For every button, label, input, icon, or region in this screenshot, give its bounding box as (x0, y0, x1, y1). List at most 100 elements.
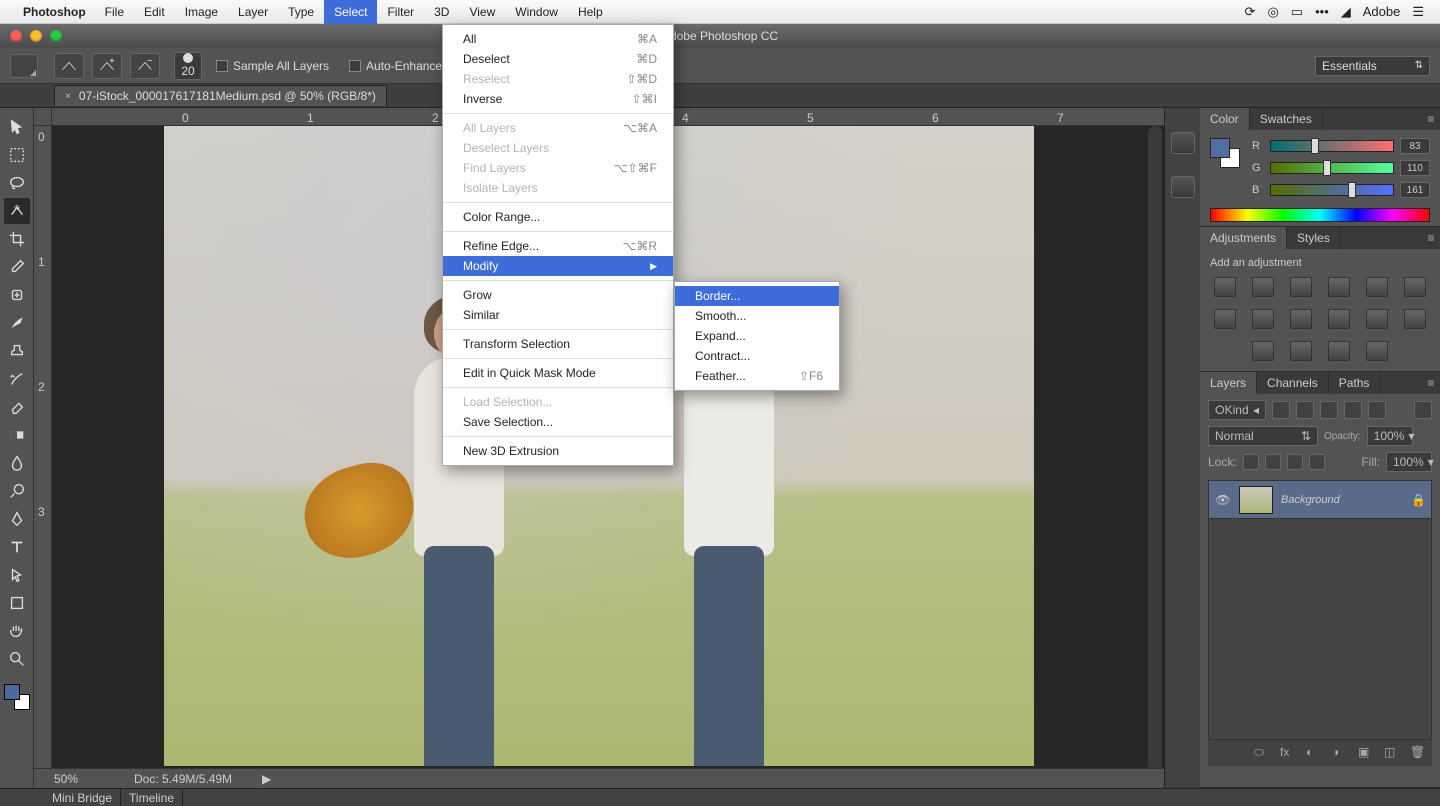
quick-selection-tool-icon[interactable] (4, 198, 30, 224)
filter-shape-icon[interactable] (1344, 401, 1362, 419)
close-tab-icon[interactable]: × (65, 91, 71, 102)
layer-filter-kind[interactable]: ⭘Kind◂ (1208, 400, 1266, 420)
select-menu-item-grow[interactable]: Grow (443, 285, 673, 305)
adj-selectivecolor-icon[interactable] (1366, 341, 1388, 361)
select-menu-item-similar[interactable]: Similar (443, 305, 673, 325)
lock-transparency-icon[interactable] (1243, 454, 1259, 470)
visibility-icon[interactable]: 👁 (1215, 493, 1231, 507)
lock-position-icon[interactable] (1287, 454, 1303, 470)
chevron-right-icon[interactable]: ▶ (262, 772, 271, 786)
more-icon[interactable]: ••• (1315, 4, 1329, 19)
adj-posterize-icon[interactable] (1252, 341, 1274, 361)
auto-enhance-checkbox[interactable] (349, 60, 361, 72)
filter-type-icon[interactable] (1320, 401, 1338, 419)
shape-tool-icon[interactable] (4, 590, 30, 616)
dock-history-icon[interactable] (1171, 132, 1195, 154)
new-layer-icon[interactable]: ◫ (1384, 745, 1400, 761)
adj-levels-icon[interactable] (1252, 277, 1274, 297)
zoom-window-icon[interactable] (50, 30, 62, 42)
tab-timeline[interactable]: Timeline (121, 789, 183, 806)
dodge-tool-icon[interactable] (4, 478, 30, 504)
lock-pixels-icon[interactable] (1265, 454, 1281, 470)
select-menu-item-inverse[interactable]: Inverse⇧⌘I (443, 89, 673, 109)
adj-photofilter-icon[interactable] (1290, 309, 1312, 329)
dock-properties-icon[interactable] (1171, 176, 1195, 198)
layer-style-icon[interactable]: fx (1280, 745, 1296, 761)
lock-all-icon[interactable] (1309, 454, 1325, 470)
tab-color[interactable]: Color (1200, 108, 1250, 130)
adj-brightness-icon[interactable] (1214, 277, 1236, 297)
panel-menu-icon[interactable]: ≡ (1422, 227, 1440, 249)
foreground-background-swatch[interactable] (4, 684, 30, 710)
layer-name[interactable]: Background (1281, 494, 1403, 506)
adj-curves-icon[interactable] (1290, 277, 1312, 297)
cc-icon[interactable]: ◎ (1267, 4, 1278, 20)
select-menu-item-edit-in-quick-mask-mode[interactable]: Edit in Quick Mask Mode (443, 363, 673, 383)
blur-tool-icon[interactable] (4, 450, 30, 476)
doc-size-label[interactable]: Doc: 5.49M/5.49M (134, 772, 232, 786)
layer-thumb-icon[interactable] (1239, 486, 1273, 514)
tab-swatches[interactable]: Swatches (1250, 108, 1323, 130)
modify-menu-item-border-[interactable]: Border... (675, 286, 839, 306)
menu-3d[interactable]: 3D (424, 0, 459, 24)
tab-layers[interactable]: Layers (1200, 372, 1257, 394)
adj-invert-icon[interactable] (1404, 309, 1426, 329)
menu-help[interactable]: Help (568, 0, 613, 24)
panel-menu-icon[interactable]: ≡ (1422, 372, 1440, 394)
adj-hue-icon[interactable] (1404, 277, 1426, 297)
layer-mask-icon[interactable]: ◐ (1306, 745, 1322, 761)
filter-adjustment-icon[interactable] (1296, 401, 1314, 419)
slider-r[interactable] (1270, 140, 1394, 152)
fill-field[interactable]: 100%▾ (1386, 452, 1432, 472)
opacity-field[interactable]: 100%▾ (1367, 426, 1413, 446)
current-tool-icon[interactable] (10, 54, 38, 78)
move-tool-icon[interactable] (4, 114, 30, 140)
lasso-tool-icon[interactable] (4, 170, 30, 196)
select-menu-item-transform-selection[interactable]: Transform Selection (443, 334, 673, 354)
select-menu-item-modify[interactable]: Modify (443, 256, 673, 276)
slider-g[interactable] (1270, 162, 1394, 174)
adj-gradientmap-icon[interactable] (1328, 341, 1350, 361)
select-menu-item-refine-edge-[interactable]: Refine Edge...⌥⌘R (443, 236, 673, 256)
sample-all-layers-checkbox[interactable] (216, 60, 228, 72)
eraser-tool-icon[interactable] (4, 394, 30, 420)
brush-subtract-selection-icon[interactable] (130, 53, 160, 79)
workspace-switcher[interactable]: Essentials ⇅ (1315, 56, 1430, 76)
color-swatch-pair[interactable] (1210, 138, 1240, 168)
close-window-icon[interactable] (10, 30, 22, 42)
minimize-window-icon[interactable] (30, 30, 42, 42)
select-menu-item-deselect[interactable]: Deselect⌘D (443, 49, 673, 69)
menu-type[interactable]: Type (278, 0, 324, 24)
adj-bw-icon[interactable] (1252, 309, 1274, 329)
eyedropper-tool-icon[interactable] (4, 254, 30, 280)
link-layers-icon[interactable]: ⬭ (1254, 745, 1270, 761)
menu-filter[interactable]: Filter (377, 0, 424, 24)
delete-layer-icon[interactable]: 🗑 (1410, 745, 1426, 761)
slider-b[interactable] (1270, 184, 1394, 196)
tab-mini-bridge[interactable]: Mini Bridge (44, 789, 121, 806)
modify-menu-item-feather-[interactable]: Feather...⇧F6 (675, 366, 839, 386)
menu-view[interactable]: View (459, 0, 505, 24)
menu-image[interactable]: Image (175, 0, 228, 24)
modify-menu-item-smooth-[interactable]: Smooth... (675, 306, 839, 326)
filter-smart-icon[interactable] (1368, 401, 1386, 419)
gradient-tool-icon[interactable] (4, 422, 30, 448)
menu-layer[interactable]: Layer (228, 0, 278, 24)
list-icon[interactable]: ☰ (1412, 4, 1424, 20)
type-tool-icon[interactable] (4, 534, 30, 560)
panel-menu-icon[interactable]: ≡ (1422, 108, 1440, 130)
adj-channelmixer-icon[interactable] (1328, 309, 1350, 329)
layer-row[interactable]: 👁 Background 🔒 (1209, 481, 1431, 519)
hand-tool-icon[interactable] (4, 618, 30, 644)
value-r[interactable]: 83 (1400, 138, 1430, 154)
scrollbar-vertical[interactable] (1148, 126, 1162, 772)
healing-tool-icon[interactable] (4, 282, 30, 308)
zoom-field[interactable]: 50% (54, 772, 104, 786)
adj-threshold-icon[interactable] (1290, 341, 1312, 361)
spectrum-picker[interactable] (1210, 208, 1430, 222)
menu-window[interactable]: Window (505, 0, 568, 24)
tab-adjustments[interactable]: Adjustments (1200, 227, 1287, 249)
behance-icon[interactable]: ▭ (1291, 4, 1303, 20)
pen-tool-icon[interactable] (4, 506, 30, 532)
brush-add-selection-icon[interactable] (92, 53, 122, 79)
